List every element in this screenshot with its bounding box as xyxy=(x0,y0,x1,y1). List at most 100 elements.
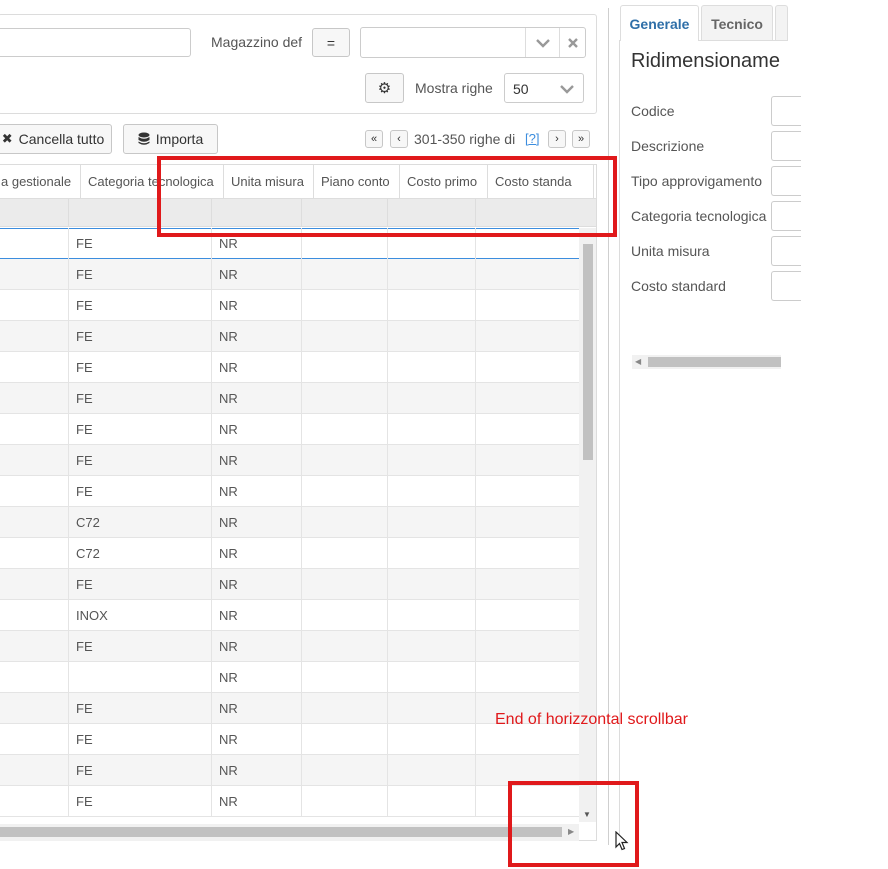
table-cell[interactable]: NR xyxy=(212,476,302,507)
table-row[interactable]: C72 NR xyxy=(0,507,580,538)
table-cell[interactable] xyxy=(476,290,580,321)
table-cell[interactable]: NR xyxy=(212,724,302,755)
table-row[interactable]: FE NR xyxy=(0,352,580,383)
next-page-button[interactable]: › xyxy=(548,130,566,148)
table-cell[interactable]: FE xyxy=(69,724,212,755)
table-cell[interactable]: FE xyxy=(69,631,212,662)
table-cell[interactable]: FE xyxy=(69,445,212,476)
table-cell[interactable]: NR xyxy=(212,631,302,662)
table-cell[interactable] xyxy=(388,321,476,352)
table-cell[interactable]: FE xyxy=(69,259,212,290)
table-cell[interactable] xyxy=(0,445,69,476)
table-cell[interactable]: FE xyxy=(69,476,212,507)
search-input[interactable] xyxy=(0,28,191,57)
table-cell[interactable] xyxy=(0,352,69,383)
table-cell[interactable]: INOX xyxy=(69,600,212,631)
table-cell[interactable] xyxy=(0,414,69,445)
table-cell[interactable] xyxy=(302,786,388,817)
rows-per-page-select[interactable]: 50 xyxy=(504,73,584,103)
table-cell[interactable]: NR xyxy=(212,507,302,538)
table-row[interactable]: FE NR xyxy=(0,383,580,414)
table-cell[interactable]: FE xyxy=(69,569,212,600)
table-row[interactable]: FE NR xyxy=(0,414,580,445)
table-cell[interactable] xyxy=(302,569,388,600)
table-cell[interactable] xyxy=(0,755,69,786)
unita-misura-input[interactable] xyxy=(771,236,801,266)
table-cell[interactable] xyxy=(476,662,580,693)
table-cell[interactable] xyxy=(388,755,476,786)
table-cell[interactable] xyxy=(476,352,580,383)
table-cell[interactable] xyxy=(476,476,580,507)
column-filter[interactable] xyxy=(0,199,69,227)
table-cell[interactable] xyxy=(302,290,388,321)
table-cell[interactable] xyxy=(0,228,69,259)
table-cell[interactable] xyxy=(0,538,69,569)
table-cell[interactable] xyxy=(476,538,580,569)
table-row[interactable]: FE NR xyxy=(0,445,580,476)
tab-tecnico[interactable]: Tecnico xyxy=(701,5,773,41)
vertical-scroll-thumb[interactable] xyxy=(583,244,593,460)
table-cell[interactable] xyxy=(302,476,388,507)
table-cell[interactable] xyxy=(302,693,388,724)
table-cell[interactable] xyxy=(302,445,388,476)
table-cell[interactable] xyxy=(302,259,388,290)
import-button[interactable]: Importa xyxy=(123,124,218,154)
table-cell[interactable] xyxy=(302,414,388,445)
table-cell[interactable]: FE xyxy=(69,352,212,383)
table-cell[interactable] xyxy=(302,321,388,352)
table-cell[interactable] xyxy=(388,693,476,724)
table-cell[interactable] xyxy=(388,507,476,538)
table-cell[interactable] xyxy=(388,414,476,445)
costo-standard-input[interactable] xyxy=(771,271,801,301)
table-cell[interactable]: FE xyxy=(69,693,212,724)
table-cell[interactable] xyxy=(0,662,69,693)
table-cell[interactable] xyxy=(302,352,388,383)
codice-input[interactable] xyxy=(771,96,801,126)
table-row[interactable]: FE NR xyxy=(0,631,580,662)
table-cell[interactable] xyxy=(0,724,69,755)
table-cell[interactable] xyxy=(388,445,476,476)
table-row[interactable]: FE NR xyxy=(0,786,580,817)
table-cell[interactable]: C72 xyxy=(69,507,212,538)
operator-button[interactable]: = xyxy=(312,28,350,57)
table-cell[interactable] xyxy=(0,259,69,290)
clear-all-button[interactable]: ✖ Cancella tutto xyxy=(0,124,112,154)
table-cell[interactable] xyxy=(476,383,580,414)
last-page-button[interactable]: » xyxy=(572,130,590,148)
table-cell[interactable]: NR xyxy=(212,755,302,786)
table-cell[interactable] xyxy=(388,352,476,383)
table-cell[interactable] xyxy=(388,383,476,414)
scroll-left-arrow-icon[interactable]: ◀ xyxy=(635,357,641,366)
detail-horizontal-scroll-thumb[interactable] xyxy=(648,357,781,367)
table-cell[interactable] xyxy=(302,383,388,414)
table-cell[interactable] xyxy=(302,724,388,755)
table-cell[interactable]: FE xyxy=(69,321,212,352)
first-page-button[interactable]: « xyxy=(365,130,383,148)
table-row[interactable]: FE NR xyxy=(0,569,580,600)
table-cell[interactable] xyxy=(302,755,388,786)
table-cell[interactable] xyxy=(388,538,476,569)
table-cell[interactable]: NR xyxy=(212,445,302,476)
tab-more[interactable] xyxy=(775,5,788,41)
table-cell[interactable]: FE xyxy=(69,786,212,817)
table-cell[interactable] xyxy=(0,786,69,817)
table-cell[interactable] xyxy=(388,786,476,817)
tab-generale[interactable]: Generale xyxy=(620,5,699,41)
table-cell[interactable]: NR xyxy=(212,414,302,445)
table-cell[interactable] xyxy=(302,662,388,693)
table-cell[interactable] xyxy=(69,662,212,693)
table-cell[interactable] xyxy=(302,631,388,662)
table-cell[interactable] xyxy=(0,631,69,662)
table-cell[interactable] xyxy=(388,662,476,693)
table-cell[interactable]: NR xyxy=(212,538,302,569)
table-cell[interactable] xyxy=(302,507,388,538)
table-cell[interactable]: FE xyxy=(69,290,212,321)
close-icon[interactable] xyxy=(563,33,583,53)
table-row[interactable]: FE NR xyxy=(0,259,580,290)
table-cell[interactable]: FE xyxy=(69,383,212,414)
table-row[interactable]: INOX NR xyxy=(0,600,580,631)
categoria-tecnologica-input[interactable] xyxy=(771,201,801,231)
table-cell[interactable] xyxy=(0,600,69,631)
table-cell[interactable] xyxy=(388,724,476,755)
table-cell[interactable] xyxy=(476,321,580,352)
